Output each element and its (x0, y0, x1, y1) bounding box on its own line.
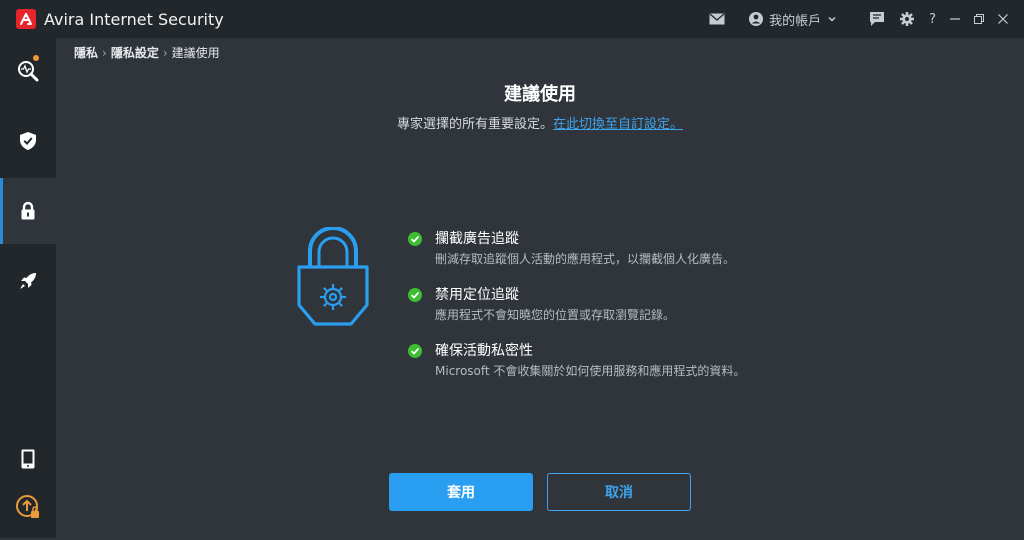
check-circle-icon (408, 344, 422, 358)
title-bar: Avira Internet Security 我的帳戶 ? (0, 0, 1024, 38)
scan-icon (18, 61, 39, 82)
apply-button[interactable]: 套用 (389, 473, 533, 511)
breadcrumb-item-current: 建議使用 (171, 46, 220, 60)
sidebar-item-performance[interactable] (0, 248, 56, 314)
upgrade-icon (16, 495, 39, 518)
mail-icon[interactable] (709, 13, 725, 25)
custom-settings-link[interactable]: 在此切換至自訂設定。 (553, 117, 683, 132)
breadcrumb-separator: › (162, 46, 168, 60)
shield-icon (20, 132, 36, 150)
feature-title: 禁用定位追蹤 (435, 287, 519, 303)
lock-icon (21, 201, 35, 220)
privacy-lock-icon (296, 226, 370, 331)
sidebar-item-privacy[interactable] (0, 178, 56, 244)
check-circle-icon (408, 288, 422, 302)
app-title: Avira Internet Security (44, 9, 224, 29)
avira-logo-icon (16, 9, 36, 29)
feature-description: 刪減存取追蹤個人活動的應用程式，以攔截個人化廣告。 (435, 252, 736, 266)
page-subtitle: 專家選擇的所有重要設定。在此切換至自訂設定。 (56, 113, 1024, 132)
breadcrumb: 隱私 › 隱私設定 › 建議使用 (74, 44, 220, 61)
minimize-icon[interactable] (950, 14, 960, 24)
check-circle-icon (408, 232, 422, 246)
help-button[interactable]: ? (929, 12, 936, 27)
account-menu[interactable]: 我的帳戶 (749, 10, 837, 29)
sidebar (0, 38, 56, 538)
breadcrumb-item-privacy[interactable]: 隱私 (74, 46, 98, 60)
sidebar-item-security[interactable] (0, 108, 56, 174)
feedback-icon[interactable] (869, 11, 885, 27)
cancel-button[interactable]: 取消 (547, 473, 691, 511)
account-avatar-icon (749, 12, 764, 26)
feature-title: 攔截廣告追蹤 (435, 231, 519, 247)
close-icon[interactable] (998, 14, 1008, 24)
account-label: 我的帳戶 (769, 13, 822, 29)
page-title: 建議使用 (504, 84, 576, 105)
breadcrumb-item-privacy-settings[interactable]: 隱私設定 (111, 46, 159, 60)
gear-icon[interactable] (899, 11, 915, 27)
rocket-icon (20, 273, 36, 289)
chevron-down-icon (828, 16, 836, 22)
sidebar-item-scan[interactable] (0, 38, 56, 104)
subtitle-text: 專家選擇的所有重要設定。 (396, 117, 553, 132)
mobile-icon (21, 449, 35, 469)
app-brand: Avira Internet Security (16, 9, 224, 29)
sidebar-item-upgrade[interactable] (0, 474, 56, 540)
notification-dot (33, 55, 39, 61)
feature-title: 確保活動私密性 (435, 343, 533, 359)
feature-description: Microsoft 不會收集關於如何使用服務和應用程式的資料。 (435, 364, 746, 378)
breadcrumb-separator: › (102, 46, 107, 60)
restore-icon[interactable] (974, 14, 984, 24)
feature-description: 應用程式不會知曉您的位置或存取瀏覽記錄。 (435, 308, 676, 322)
